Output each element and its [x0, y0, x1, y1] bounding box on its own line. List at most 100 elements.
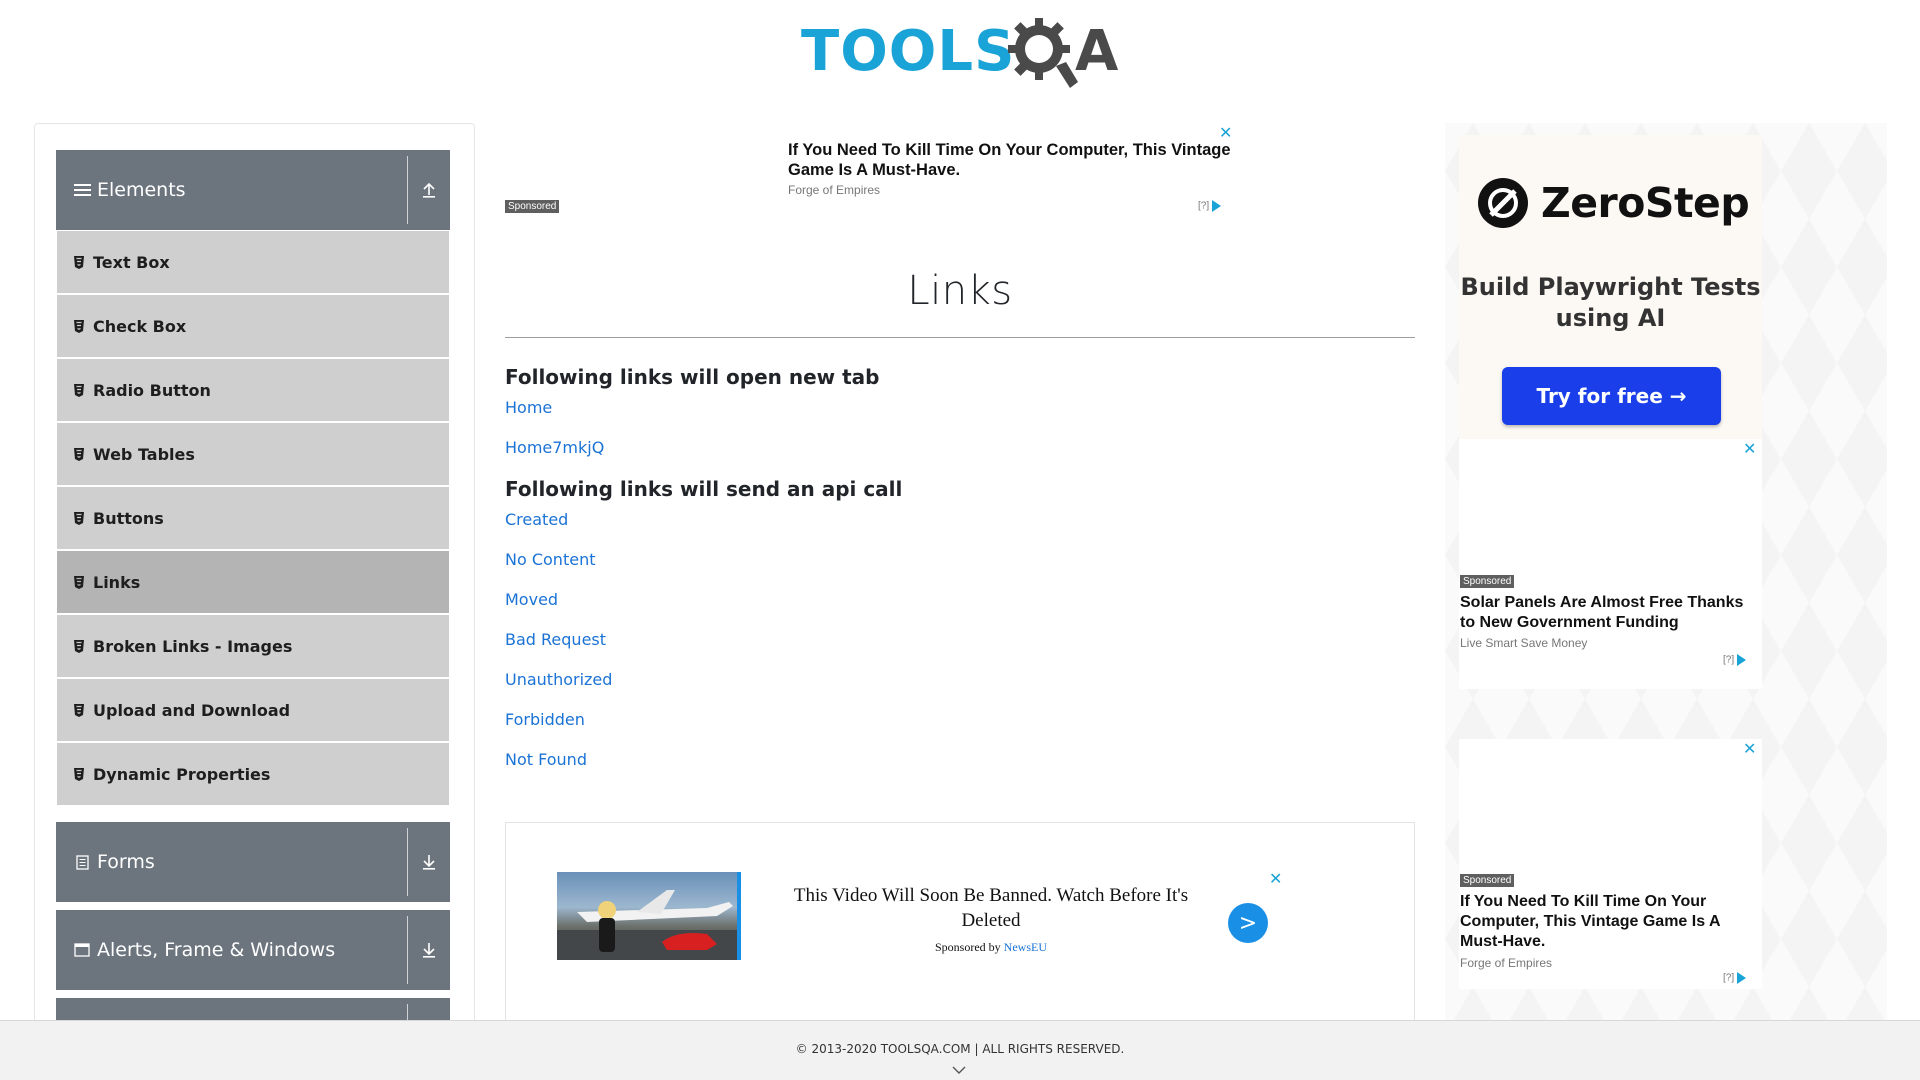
link-forbidden[interactable]: Forbidden [505, 710, 585, 729]
ad-title[interactable]: If You Need To Kill Time On Your Compute… [788, 140, 1238, 180]
html5-icon [73, 319, 85, 333]
right-ad-game[interactable]: ✕ Sponsored If You Need To Kill Time On … [1459, 739, 1762, 989]
section-heading-new-tab: Following links will open new tab [505, 365, 880, 389]
link-moved[interactable]: Moved [505, 590, 558, 609]
sidebar-item-label: Text Box [93, 252, 170, 272]
logo-text-tools: TOOLS [801, 19, 1016, 84]
group-label: Alerts, Frame & Windows [97, 939, 336, 961]
group-header-elements[interactable]: Elements [56, 150, 450, 230]
link-no-content[interactable]: No Content [505, 550, 595, 569]
zerostep-tagline: Build Playwright Tests using AI [1460, 273, 1761, 332]
close-icon[interactable]: ✕ [1743, 739, 1756, 759]
right-ad-column: ZeroStep Build Playwright Tests using AI… [1445, 123, 1887, 1020]
sidebar-item-links[interactable]: Links [57, 551, 449, 613]
sidebar-item-upload-and-download[interactable]: Upload and Download [57, 679, 449, 741]
html5-icon [73, 639, 85, 653]
sidebar-item-buttons[interactable]: Buttons [57, 487, 449, 549]
zerostep-logo: ZeroStep [1477, 177, 1750, 229]
link-home[interactable]: Home [505, 398, 552, 417]
sponsored-badge: Sponsored [1460, 575, 1515, 588]
chevron-down-icon[interactable] [951, 1065, 967, 1075]
adchoices-icon[interactable]: [?] [1198, 200, 1222, 212]
sidebar-item-check-box[interactable]: Check Box [57, 295, 449, 357]
document-icon [73, 854, 91, 870]
link-bad-request[interactable]: Bad Request [505, 630, 606, 649]
close-icon[interactable]: ✕ [1219, 123, 1232, 143]
title-divider [505, 337, 1415, 338]
adchoices-icon[interactable]: [?] [1723, 654, 1747, 666]
adchoices-icon[interactable]: [?] [1723, 972, 1747, 984]
window-icon [73, 942, 91, 958]
html5-icon [73, 447, 85, 461]
link-unauthorized[interactable]: Unauthorized [505, 670, 612, 689]
divider [407, 916, 408, 984]
sponsored-badge: Sponsored [505, 200, 560, 213]
expand-arrow-icon[interactable] [416, 910, 442, 990]
zerostep-mark-icon [1478, 178, 1528, 228]
ad-sponsor-line: Sponsored by NewsEU [766, 940, 1216, 955]
html5-icon [73, 511, 85, 525]
ad-thumbnail-image[interactable] [557, 872, 741, 960]
sidebar-item-label: Web Tables [93, 444, 195, 464]
html5-icon [73, 703, 85, 717]
link-not-found[interactable]: Not Found [505, 750, 587, 769]
sidebar-item-label: Check Box [93, 316, 187, 336]
section-heading-api-call: Following links will send an api call [505, 477, 903, 501]
gear-magnifier-icon [1008, 18, 1078, 88]
ad-headline[interactable]: This Video Will Soon Be Banned. Watch Be… [766, 883, 1216, 933]
group-label: Forms [97, 851, 155, 873]
group-label: Elements [97, 179, 186, 201]
adchoices-triangle-icon [1212, 200, 1222, 212]
ad-source[interactable]: Forge of Empires [788, 183, 880, 197]
expand-arrow-icon[interactable] [416, 822, 442, 902]
sidebar-item-label: Radio Button [93, 380, 211, 400]
close-icon[interactable]: ✕ [1743, 439, 1756, 459]
zerostep-ad[interactable]: ZeroStep Build Playwright Tests using AI… [1459, 135, 1762, 439]
adchoices-label: [?] [1723, 972, 1735, 984]
collapse-arrow-icon[interactable] [416, 150, 442, 230]
html5-icon [73, 383, 85, 397]
adchoices-label: [?] [1723, 654, 1735, 666]
html5-icon [73, 767, 85, 781]
adchoices-triangle-icon [1737, 654, 1747, 666]
divider [407, 828, 408, 896]
hamburger-icon [73, 182, 91, 198]
group-header-alerts-frame-windows[interactable]: Alerts, Frame & Windows [56, 910, 450, 990]
close-icon[interactable]: ✕ [1269, 869, 1282, 889]
sidebar-item-web-tables[interactable]: Web Tables [57, 423, 449, 485]
divider [407, 156, 408, 224]
ad-source[interactable]: Forge of Empires [1460, 956, 1552, 970]
toolsqa-logo[interactable]: TOOLS A [801, 16, 1123, 91]
link-home-dynamic[interactable]: Home7mkjQ [505, 438, 604, 457]
html5-icon [73, 575, 85, 589]
ad-title[interactable]: Solar Panels Are Almost Free Thanks to N… [1460, 593, 1760, 633]
sidebar-item-text-box[interactable]: Text Box [57, 231, 449, 293]
sidebar-item-label: Broken Links - Images [93, 636, 293, 656]
ad-go-button[interactable]: > [1228, 903, 1268, 943]
sidebar-item-label: Upload and Download [93, 700, 291, 720]
try-for-free-button[interactable]: Try for free → [1502, 367, 1721, 425]
sidebar-item-radio-button[interactable]: Radio Button [57, 359, 449, 421]
right-ad-solar[interactable]: ✕ Sponsored Solar Panels Are Almost Free… [1459, 439, 1762, 689]
adchoices-triangle-icon [1737, 972, 1747, 984]
link-created[interactable]: Created [505, 510, 568, 529]
sidebar-item-dynamic-properties[interactable]: Dynamic Properties [57, 743, 449, 805]
sidebar-item-label: Dynamic Properties [93, 764, 271, 784]
sponsored-badge: Sponsored [1460, 874, 1515, 887]
adchoices-label: [?] [1198, 200, 1210, 212]
ad-title[interactable]: If You Need To Kill Time On Your Compute… [1460, 892, 1760, 952]
ad-source[interactable]: Live Smart Save Money [1460, 636, 1587, 650]
left-sidebar: Elements Text Box Check Box Radio Button… [34, 123, 475, 1023]
bottom-ad-banner[interactable]: This Video Will Soon Be Banned. Watch Be… [505, 822, 1415, 1042]
copyright-text: © 2013-2020 TOOLSQA.COM | ALL RIGHTS RES… [795, 1042, 1125, 1056]
sidebar-item-label: Buttons [93, 508, 164, 528]
page-title: Links [907, 268, 1013, 314]
ad-sponsor-brand[interactable]: NewsEU [1004, 940, 1047, 954]
logo-text-a: A [1075, 19, 1120, 84]
zerostep-name: ZeroStep [1541, 179, 1750, 227]
footer: © 2013-2020 TOOLSQA.COM | ALL RIGHTS RES… [0, 1020, 1920, 1080]
group-header-forms[interactable]: Forms [56, 822, 450, 902]
html5-icon [73, 255, 85, 269]
top-ad-banner[interactable]: Sponsored If You Need To Kill Time On Yo… [505, 123, 1232, 218]
sidebar-item-broken-links-images[interactable]: Broken Links - Images [57, 615, 449, 677]
